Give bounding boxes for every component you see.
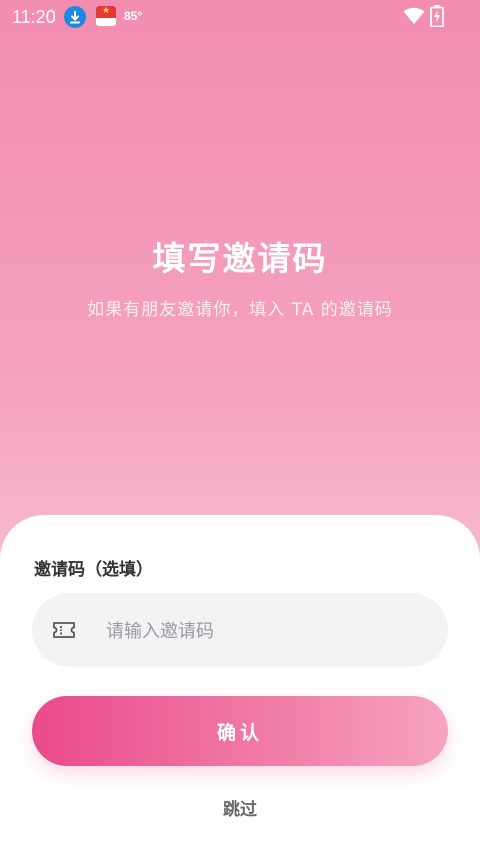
download-icon [64,6,86,28]
skip-button[interactable]: 跳过 [0,795,480,820]
temperature-text: 85° [124,9,143,23]
wifi-icon [403,7,425,29]
status-time: 11:20 [12,7,56,27]
invite-code-input[interactable] [104,593,428,669]
invite-code-sheet: 邀请码（选填） 确认 跳过 [0,515,480,854]
app-notification-icon: ★ [96,6,116,26]
invite-code-field[interactable] [32,593,448,669]
page-title: 填写邀请码 [152,239,328,278]
status-bar: 11:20 ★ 85° [0,0,480,34]
confirm-button[interactable]: 确认 [32,696,448,766]
battery-charging-icon [430,5,444,31]
page-subtitle: 如果有朋友邀请你，填入 TA 的邀请码 [87,300,393,320]
invite-code-label: 邀请码（选填） [34,560,153,580]
ticket-icon [52,620,76,644]
